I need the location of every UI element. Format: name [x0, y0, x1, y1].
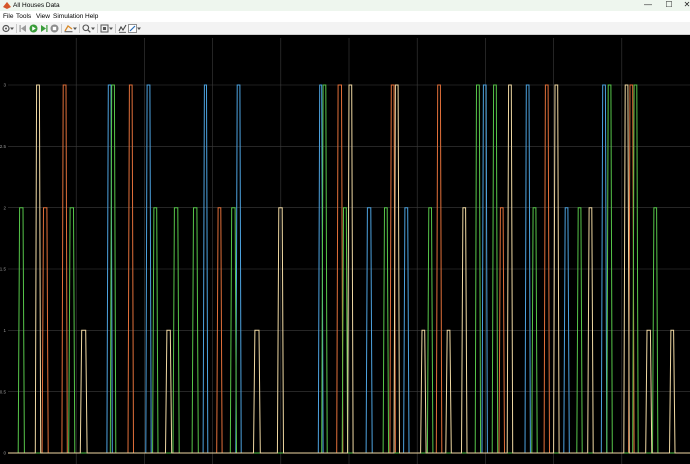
- zoom-icon[interactable]: [82, 24, 91, 33]
- y-tick-labels: 0 0.5 1 1.5 2 2.5 3: [0, 83, 6, 456]
- scope-plot-area[interactable]: 0 0.5 1 1.5 2 2.5 3: [0, 35, 690, 464]
- edit-icon[interactable]: [128, 24, 137, 33]
- dropdown-arrow-icon[interactable]: [91, 24, 95, 33]
- y-tick-label: 1.5: [0, 267, 6, 272]
- toolbar-separator: [16, 24, 17, 33]
- y-tick-label: 3: [3, 83, 6, 88]
- menu-tools[interactable]: Tools: [16, 12, 31, 21]
- y-tick-label: 0.5: [0, 389, 6, 394]
- step-back-icon[interactable]: [19, 24, 27, 33]
- toolbar-separator: [115, 24, 116, 33]
- settings-icon[interactable]: [2, 24, 10, 33]
- stop-icon[interactable]: [50, 24, 59, 33]
- y-tick-label: 0: [3, 451, 6, 456]
- run-icon[interactable]: [29, 24, 38, 33]
- window-title: All Houses Data: [13, 2, 60, 9]
- autoscale-icon[interactable]: [100, 24, 109, 33]
- dropdown-arrow-icon[interactable]: [10, 24, 14, 33]
- toolbar-separator: [61, 24, 62, 33]
- menu-help[interactable]: Help: [85, 12, 98, 21]
- close-button[interactable]: ✕: [678, 0, 690, 11]
- y-tick-label: 1: [3, 328, 6, 333]
- toolbar-separator: [79, 24, 80, 33]
- title-bar: All Houses Data — ☐ ✕: [0, 0, 690, 11]
- toolbar-separator: [97, 24, 98, 33]
- menu-bar: File Tools View Simulation Help: [0, 11, 690, 22]
- minimize-button[interactable]: —: [639, 0, 657, 11]
- toolbar: [0, 22, 690, 35]
- step-forward-icon[interactable]: [40, 24, 48, 33]
- highlight-icon[interactable]: [64, 24, 73, 33]
- menu-view[interactable]: View: [36, 12, 50, 21]
- dropdown-arrow-icon[interactable]: [137, 24, 141, 33]
- dropdown-arrow-icon[interactable]: [73, 24, 77, 33]
- scope-chart[interactable]: 0 0.5 1 1.5 2 2.5 3: [0, 35, 690, 464]
- signal-statistics-icon[interactable]: [118, 24, 127, 33]
- menu-file[interactable]: File: [3, 12, 13, 21]
- y-tick-label: 2: [3, 205, 6, 210]
- menu-simulation[interactable]: Simulation: [53, 12, 83, 21]
- dropdown-arrow-icon[interactable]: [109, 24, 113, 33]
- y-tick-label: 2.5: [0, 144, 6, 149]
- matlab-scope-icon: [3, 2, 11, 9]
- maximize-button[interactable]: ☐: [660, 0, 678, 11]
